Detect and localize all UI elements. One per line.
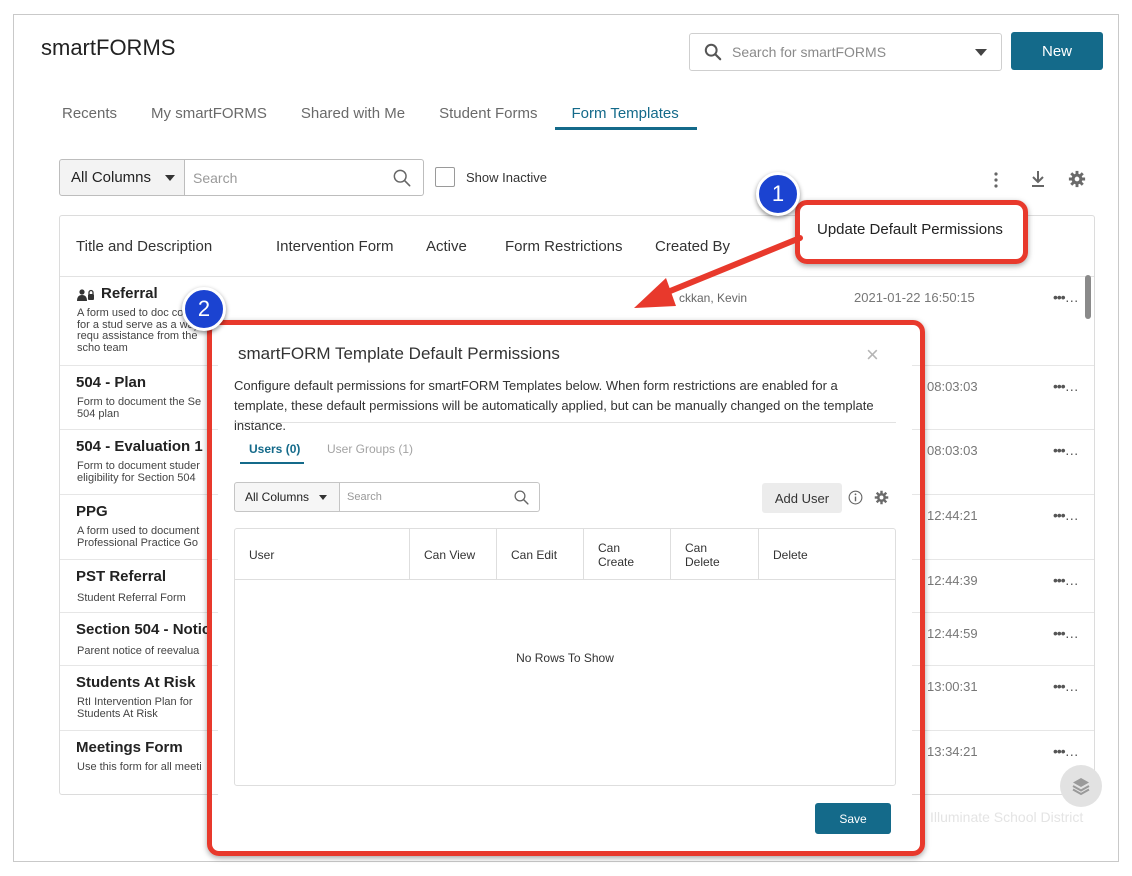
callout-arrow bbox=[634, 235, 803, 308]
row-menu-button[interactable]: •••… bbox=[1053, 743, 1079, 759]
callout-highlight-modal bbox=[207, 320, 925, 856]
header-intervention-form[interactable]: Intervention Form bbox=[276, 238, 394, 255]
column-filter-select[interactable]: All Columns bbox=[59, 159, 185, 196]
row-description: Parent notice of reevalua bbox=[77, 645, 200, 657]
grid-search-placeholder: Search bbox=[193, 169, 238, 186]
tab-student-forms[interactable]: Student Forms bbox=[439, 105, 537, 128]
row-title[interactable]: Section 504 - Notic bbox=[76, 621, 210, 638]
row-description: RtI Intervention Plan for Students At Ri… bbox=[77, 696, 193, 720]
row-date: 12:44:39 bbox=[927, 573, 978, 588]
global-search-input[interactable]: Search for smartFORMS bbox=[689, 33, 1002, 71]
header-form-restrictions[interactable]: Form Restrictions bbox=[505, 238, 623, 255]
shared-users-icon bbox=[77, 289, 94, 301]
row-menu-button[interactable]: •••… bbox=[1053, 625, 1079, 641]
row-menu-button[interactable]: •••… bbox=[1053, 678, 1079, 694]
column-filter-label: All Columns bbox=[71, 169, 152, 186]
row-title[interactable]: Students At Risk bbox=[76, 674, 195, 691]
app-title: smartFORMS bbox=[41, 35, 176, 60]
row-description: Use this form for all meeti bbox=[77, 761, 202, 773]
new-button[interactable]: New bbox=[1011, 32, 1103, 70]
grid-scrollbar[interactable] bbox=[1085, 275, 1091, 319]
row-title[interactable]: PST Referral bbox=[76, 568, 166, 585]
step-badge-1: 1 bbox=[756, 172, 800, 216]
chevron-down-icon bbox=[165, 174, 176, 181]
callout-highlight-update-permissions bbox=[795, 200, 1028, 264]
row-date: 13:34:21 bbox=[927, 744, 978, 759]
tab-recents[interactable]: Recents bbox=[62, 105, 117, 128]
header-title-description[interactable]: Title and Description bbox=[76, 238, 212, 255]
row-menu-button[interactable]: •••… bbox=[1053, 442, 1079, 458]
main-tabs: Recents My smartFORMS Shared with Me Stu… bbox=[62, 105, 713, 130]
row-date: 08:03:03 bbox=[927, 443, 978, 458]
row-title[interactable]: 504 - Evaluation 1 bbox=[76, 438, 203, 455]
row-menu-button[interactable]: •••… bbox=[1053, 378, 1079, 394]
row-title[interactable]: Referral bbox=[101, 285, 158, 302]
tab-shared-with-me[interactable]: Shared with Me bbox=[301, 105, 405, 128]
chevron-down-icon[interactable] bbox=[975, 48, 987, 56]
layers-icon bbox=[1072, 778, 1090, 796]
row-date: 12:44:59 bbox=[927, 626, 978, 641]
row-description: Form to document studer eligibility for … bbox=[77, 460, 200, 484]
search-icon bbox=[704, 43, 722, 61]
show-inactive-checkbox[interactable] bbox=[435, 167, 455, 187]
header-active[interactable]: Active bbox=[426, 238, 467, 255]
row-title[interactable]: 504 - Plan bbox=[76, 374, 146, 391]
search-icon bbox=[393, 169, 411, 186]
row-date: 13:00:31 bbox=[927, 679, 978, 694]
row-menu-button[interactable]: •••… bbox=[1053, 572, 1079, 588]
gear-icon[interactable] bbox=[1068, 170, 1086, 188]
tab-my-smartforms[interactable]: My smartFORMS bbox=[151, 105, 267, 128]
row-menu-button[interactable]: •••… bbox=[1053, 507, 1079, 523]
download-icon[interactable] bbox=[1030, 170, 1046, 188]
show-inactive-label: Show Inactive bbox=[466, 170, 547, 185]
row-date: 12:44:21 bbox=[927, 508, 978, 523]
row-date: 08:03:03 bbox=[927, 379, 978, 394]
step-badge-2: 2 bbox=[182, 287, 226, 331]
layers-button[interactable] bbox=[1060, 765, 1102, 807]
footer-district: Illuminate School District bbox=[930, 809, 1084, 825]
row-date: 2021-01-22 16:50:15 bbox=[854, 290, 975, 305]
global-search-placeholder: Search for smartFORMS bbox=[732, 44, 887, 60]
row-description: A form used to document Professional Pra… bbox=[77, 525, 200, 549]
row-title[interactable]: PPG bbox=[76, 503, 108, 520]
row-description: Form to document the Se 504 plan bbox=[77, 396, 202, 420]
row-menu-button[interactable]: •••… bbox=[1053, 289, 1079, 305]
more-vertical-icon[interactable] bbox=[992, 171, 1000, 189]
grid-search-input[interactable]: Search bbox=[184, 159, 424, 196]
row-description: Student Referral Form bbox=[77, 592, 186, 604]
row-title[interactable]: Meetings Form bbox=[76, 739, 183, 756]
tab-form-templates[interactable]: Form Templates bbox=[555, 105, 698, 130]
